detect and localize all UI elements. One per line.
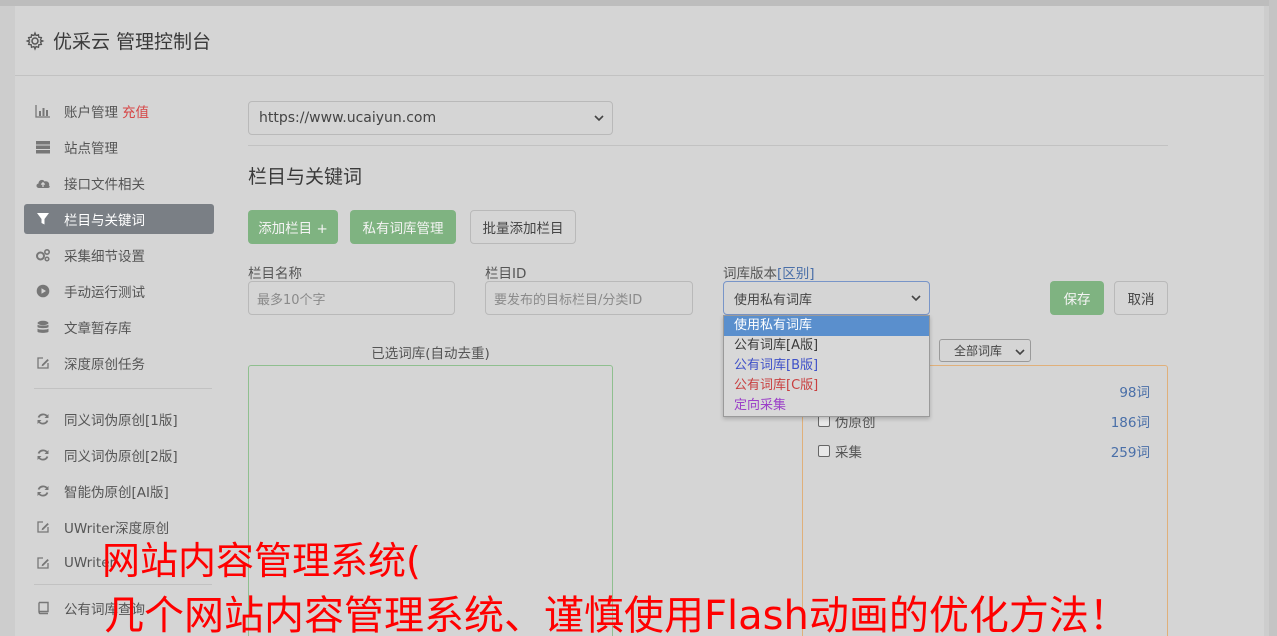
dropdown-option-private[interactable]: 使用私有词库 [724, 316, 929, 336]
database-icon [34, 319, 52, 335]
edit-icon [34, 519, 52, 535]
version-dropdown[interactable]: 使用私有词库 公有词库[A版] 公有词库[B版] 公有词库[C版] 定向采集 [723, 315, 930, 417]
recharge-link[interactable]: 充值 [122, 101, 149, 121]
overlay-caption-line2: 几个网站内容管理系统、谨慎使用Flash动画的优化方法！ [104, 593, 1129, 636]
server-icon [34, 139, 52, 155]
app-title: 优采云 管理控制台 [53, 31, 212, 53]
sidebar-item-synonym-v1[interactable]: 同义词伪原创[1版] [24, 404, 214, 434]
column-id-label: 栏目ID [485, 266, 527, 282]
scrollbar[interactable] [1269, 0, 1277, 636]
play-circle-icon [34, 283, 52, 299]
sidebar-item-synonym-v2[interactable]: 同义词伪原创[2版] [24, 440, 214, 470]
column-name-input[interactable]: 最多10个字 [248, 281, 455, 315]
edit-icon [34, 355, 52, 371]
library-row-name: 采集 [835, 445, 862, 461]
library-row-count: 259词 [1110, 445, 1150, 461]
library-row-count: 186词 [1110, 415, 1150, 431]
site-select-value: https://www.ucaiyun.com [259, 110, 437, 126]
sidebar-item-interface[interactable]: 接口文件相关 [24, 168, 214, 198]
sidebar-item-columns[interactable]: 栏目与关键词 [24, 204, 214, 234]
sidebar-divider [34, 584, 212, 585]
selected-library-title: 已选词库(自动去重) [371, 346, 490, 362]
sidebar-item-label: 采集细节设置 [64, 249, 145, 265]
cloud-upload-icon [34, 175, 52, 191]
dropdown-option-public-b[interactable]: 公有词库[B版] [724, 356, 929, 376]
edit-icon [34, 555, 52, 571]
sidebar-item-label: 站点管理 [64, 141, 118, 157]
sidebar-item-article-store[interactable]: 文章暂存库 [24, 312, 214, 342]
sidebar-item-label: 手动运行测试 [64, 285, 145, 301]
sidebar-item-uwriter-deep[interactable]: UWriter深度原创 [24, 512, 214, 542]
version-diff-link[interactable]: [区别] [777, 266, 815, 282]
library-row-count: 98词 [1119, 385, 1150, 401]
add-column-button[interactable]: 添加栏目 + [248, 210, 338, 244]
batch-add-button[interactable]: 批量添加栏目 [470, 210, 576, 244]
refresh-icon [34, 447, 52, 463]
sidebar-divider [34, 388, 212, 389]
sidebar-item-account[interactable]: 账户管理 充值 [24, 96, 214, 126]
chevron-down-icon [594, 115, 604, 122]
sidebar-item-ai-rewrite[interactable]: 智能伪原创[AI版] [24, 476, 214, 506]
version-label-text: 词库版本 [723, 266, 777, 282]
column-id-input[interactable]: 要发布的目标栏目/分类ID [485, 281, 693, 315]
column-id-placeholder: 要发布的目标栏目/分类ID [494, 292, 643, 308]
sidebar-item-label: 文章暂存库 [64, 321, 132, 337]
section-title: 栏目与关键词 [248, 166, 363, 188]
refresh-icon [34, 411, 52, 427]
refresh-icon [34, 483, 52, 499]
sidebar-item-label: 深度原创任务 [64, 357, 145, 373]
site-select[interactable]: https://www.ucaiyun.com [248, 101, 613, 135]
library-filter-select[interactable]: 全部词库 [939, 339, 1031, 362]
sidebar-item-label: 同义词伪原创[2版] [64, 449, 178, 465]
sidebar-item-label: 账户管理 [64, 105, 118, 121]
divider [248, 145, 1168, 146]
version-select[interactable]: 使用私有词库 [723, 281, 930, 315]
chevron-down-icon [911, 295, 921, 302]
sidebar-item-label: 栏目与关键词 [64, 213, 145, 229]
cogs-icon [34, 247, 52, 263]
library-row[interactable]: 采集 259词 [818, 441, 1150, 461]
sidebar-item-deep-original[interactable]: 深度原创任务 [24, 348, 214, 378]
sidebar-item-label: UWriter深度原创 [64, 521, 170, 537]
version-select-value: 使用私有词库 [734, 292, 813, 308]
save-button[interactable]: 保存 [1050, 281, 1104, 315]
filter-icon [34, 211, 52, 227]
sidebar-item-label: 同义词伪原创[1版] [64, 413, 178, 429]
sidebar-item-manual-run[interactable]: 手动运行测试 [24, 276, 214, 306]
column-name-label: 栏目名称 [248, 266, 302, 282]
column-name-placeholder: 最多10个字 [257, 292, 326, 308]
version-label: 词库版本[区别] [723, 262, 815, 282]
dropdown-option-public-a[interactable]: 公有词库[A版] [724, 336, 929, 356]
private-library-button[interactable]: 私有词库管理 [350, 210, 456, 244]
chevron-down-icon [1015, 349, 1025, 356]
library-checkbox[interactable] [818, 445, 830, 457]
sidebar-item-label: 接口文件相关 [64, 177, 145, 193]
gear-icon [25, 30, 45, 51]
dropdown-option-public-c[interactable]: 公有词库[C版] [724, 376, 929, 396]
bar-chart-icon [34, 103, 52, 119]
sidebar-item-sites[interactable]: 站点管理 [24, 132, 214, 162]
sidebar-item-collect-settings[interactable]: 采集细节设置 [24, 240, 214, 270]
cancel-button[interactable]: 取消 [1114, 281, 1168, 315]
book-icon [34, 600, 52, 616]
dropdown-option-targeted[interactable]: 定向采集 [724, 396, 929, 416]
header: 优采云 管理控制台 [15, 6, 1264, 76]
overlay-caption-line1: 网站内容管理系统( [102, 539, 421, 583]
library-filter-value: 全部词库 [954, 344, 1003, 358]
sidebar-item-label: 智能伪原创[AI版] [64, 485, 169, 501]
